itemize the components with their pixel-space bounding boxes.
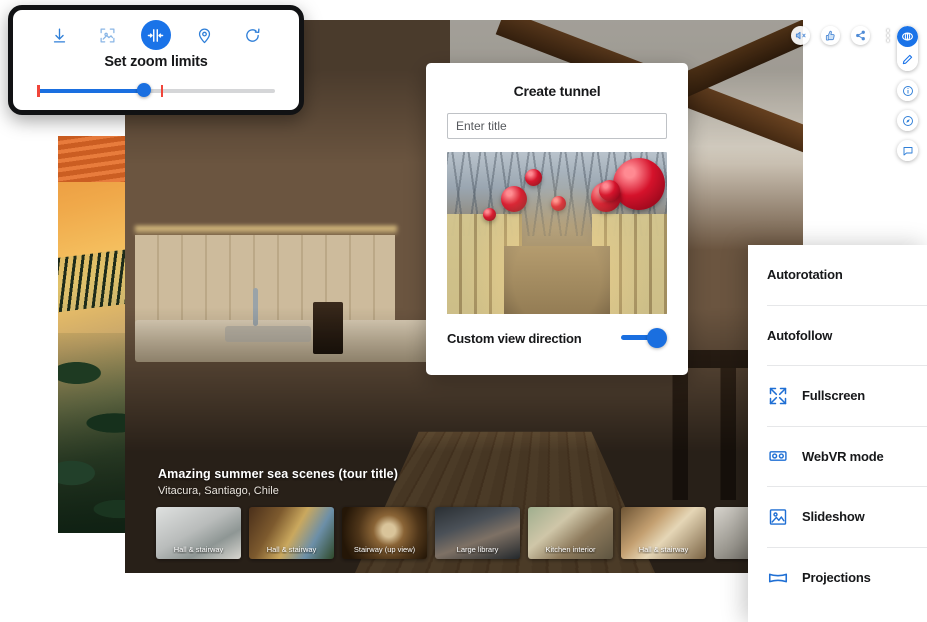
custom-view-direction-label: Custom view direction (447, 330, 582, 346)
more-options-icon[interactable] (881, 26, 895, 45)
slider-fill (37, 89, 145, 93)
thumbnail-item[interactable]: Kitchen interior (528, 507, 613, 559)
thumbnail-label: Hall & stairway (266, 545, 317, 554)
zoom-limits-slider[interactable] (37, 83, 275, 98)
menu-item-autorotation[interactable]: Autorotation (767, 245, 927, 306)
thumbnail-item[interactable]: Large library (435, 507, 520, 559)
menu-item-slideshow[interactable]: Slideshow (767, 487, 927, 548)
dialog-title: Create tunnel (513, 83, 601, 99)
thumbnail-label: Stairway (up view) (353, 545, 416, 554)
toggle-knob[interactable] (647, 328, 667, 348)
rotate-icon[interactable] (238, 20, 268, 50)
sound-off-icon[interactable] (791, 26, 810, 45)
download-icon[interactable] (44, 20, 74, 50)
page-title: Amazing summer sea scenes (tour title) (158, 467, 398, 481)
compass-icon[interactable] (897, 110, 918, 131)
menu-item-label: Fullscreen (802, 388, 866, 404)
zoom-popover-toolbar[interactable] (13, 10, 299, 50)
custom-view-direction-row[interactable]: Custom view direction (447, 328, 667, 348)
thumbnail-label: Hall & stairway (638, 545, 689, 554)
create-tunnel-dialog[interactable]: Create tunnel Custom view direction (426, 63, 688, 375)
pergola-decor (58, 136, 128, 182)
thumbnail-item[interactable]: Stairway (up view) (342, 507, 427, 559)
slideshow-icon (767, 506, 789, 528)
foliage-decor (58, 333, 128, 533)
tour-meta: Amazing summer sea scenes (tour title) V… (158, 467, 398, 497)
webvr-icon (767, 445, 789, 467)
thumbnail-item[interactable]: Hall & stairway (156, 507, 241, 559)
menu-item-autofollow[interactable]: Autofollow (767, 306, 927, 366)
preview-glow (447, 152, 667, 314)
menu-item-label: Projections (802, 570, 871, 586)
zoom-limits-popover[interactable]: Set zoom limits (8, 5, 304, 115)
custom-view-direction-toggle[interactable] (621, 328, 667, 348)
kebab-dot (886, 29, 890, 32)
railing-decor (58, 245, 128, 313)
menu-item-projections[interactable]: Projections (767, 548, 927, 609)
info-icon[interactable] (897, 80, 918, 101)
tunnel-preview-image[interactable] (447, 152, 667, 314)
zoom-popover-title: Set zoom limits (104, 54, 208, 70)
thumbnail-item[interactable]: Hall & stairway (621, 507, 706, 559)
menu-item-label: Slideshow (802, 509, 865, 525)
tour-location: Vitacura, Santiago, Chile (158, 485, 279, 497)
viewer-top-toolbar[interactable] (791, 26, 895, 45)
zoom-limits-icon[interactable] (140, 20, 171, 50)
menu-item-label: WebVR mode (802, 448, 884, 464)
slider-knob[interactable] (137, 83, 152, 97)
viewer-context-menu[interactable]: Autorotation Autofollow Fullscreen WebVR… (748, 245, 927, 622)
vr-view-icon[interactable] (897, 26, 918, 47)
slider-min-stop[interactable] (37, 85, 40, 97)
thumbnail-label: Kitchen interior (545, 545, 596, 554)
viewer-side-rail[interactable] (897, 26, 918, 161)
thumbnail-strip[interactable]: Hall & stairway Hall & stairway Stairway… (156, 507, 799, 559)
edit-pencil-icon[interactable] (902, 47, 913, 71)
like-icon[interactable] (821, 26, 840, 45)
location-pin-icon[interactable] (189, 20, 219, 50)
tunnel-title-input[interactable] (447, 113, 667, 139)
app-screenshot: Amazing summer sea scenes (tour title) V… (0, 0, 927, 622)
menu-item-label: Autofollow (767, 327, 833, 343)
slider-max-stop[interactable] (160, 85, 164, 97)
menu-item-label: Autorotation (767, 267, 843, 283)
kebab-dot (886, 39, 890, 42)
thumbnail-label: Large library (456, 545, 499, 554)
projections-icon (767, 567, 789, 589)
thumbnail-label: Hall & stairway (173, 545, 224, 554)
comment-icon[interactable] (897, 140, 918, 161)
kebab-dot (886, 34, 890, 37)
thumbnail-item[interactable]: Hall & stairway (249, 507, 334, 559)
vr-edit-pill[interactable] (897, 26, 918, 71)
background-photo-strip (58, 136, 128, 533)
crop-image-icon[interactable] (93, 20, 123, 50)
menu-item-fullscreen[interactable]: Fullscreen (767, 366, 927, 427)
menu-item-webvr-mode[interactable]: WebVR mode (767, 427, 927, 487)
share-icon[interactable] (851, 26, 870, 45)
fullscreen-icon (767, 385, 789, 407)
